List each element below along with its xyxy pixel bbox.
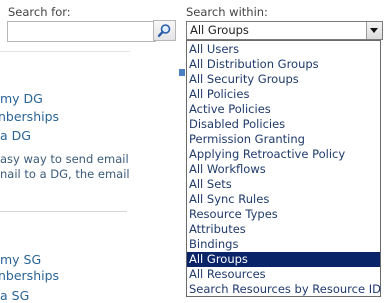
search-within-label: Search within: — [186, 5, 268, 19]
search-within-select[interactable]: All Groups — [186, 21, 383, 40]
search-input[interactable] — [7, 21, 156, 42]
dg-description-line1: asy way to send email — [0, 152, 129, 166]
dropdown-option[interactable]: Active Policies — [187, 102, 380, 117]
search-icon — [157, 24, 171, 38]
dg-description-line2: nail to a DG, the email — [0, 167, 130, 181]
search-for-label: Search for: — [8, 5, 71, 19]
dropdown-option[interactable]: Resource Types — [187, 207, 380, 222]
dropdown-option[interactable]: Disabled Policies — [187, 117, 380, 132]
search-within-dropdown-list[interactable]: All Users All Distribution Groups All Secu… — [186, 40, 381, 297]
dropdown-option[interactable]: All Resources — [187, 267, 380, 282]
dropdown-option[interactable]: Search Resources by Resource ID — [187, 282, 381, 297]
partial-icon — [179, 67, 185, 78]
dropdown-option[interactable]: Attributes — [187, 222, 380, 237]
section-divider — [0, 211, 127, 212]
dropdown-option[interactable]: All Sync Rules — [187, 192, 380, 207]
dropdown-option[interactable]: All Groups — [187, 252, 380, 267]
dropdown-option[interactable]: All Policies — [187, 87, 380, 102]
sg-create-link[interactable]: a SG — [0, 288, 29, 303]
dropdown-option[interactable]: Applying Retroactive Policy — [187, 147, 380, 162]
dropdown-option[interactable]: All Security Groups — [187, 72, 380, 87]
sg-section-title[interactable]: my SG — [0, 252, 41, 267]
dg-section-title[interactable]: my DG — [0, 91, 43, 106]
chevron-down-icon — [370, 28, 378, 33]
select-current-value: All Groups — [190, 23, 249, 37]
dropdown-option[interactable]: All Users — [187, 42, 380, 57]
dropdown-option[interactable]: All Sets — [187, 177, 380, 192]
dropdown-option[interactable]: Bindings — [187, 237, 380, 252]
dg-create-link[interactable]: a DG — [0, 128, 31, 143]
divider — [0, 51, 130, 52]
dropdown-arrow-button[interactable] — [366, 22, 382, 39]
dropdown-option[interactable]: Permission Granting — [187, 132, 380, 147]
sg-section-subtitle[interactable]: nberships — [0, 268, 59, 283]
search-button[interactable] — [153, 20, 176, 41]
dropdown-option[interactable]: All Workflows — [187, 162, 380, 177]
dropdown-options: All Users All Distribution Groups All Secu… — [187, 42, 381, 297]
dropdown-option[interactable]: All Distribution Groups — [187, 57, 380, 72]
dg-section-subtitle[interactable]: nberships — [0, 109, 59, 124]
